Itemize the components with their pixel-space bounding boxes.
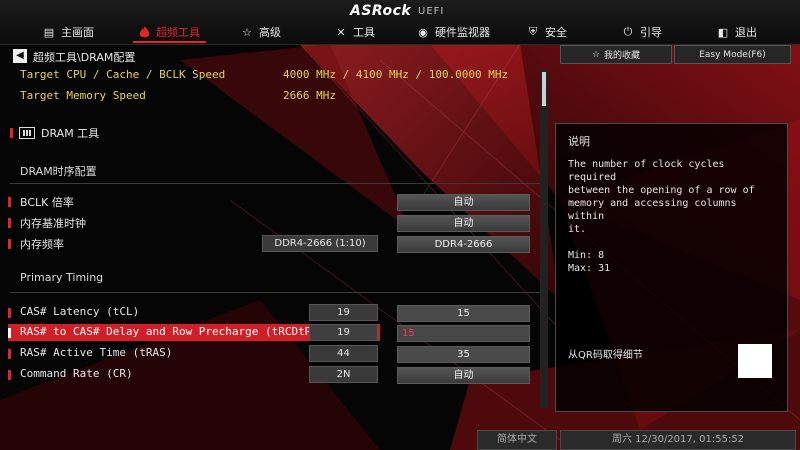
target-memory-value: 2666 MHz — [283, 89, 336, 102]
tab-boot[interactable]: ⏻ 引导 — [621, 21, 662, 43]
uefi-label: UEFI — [418, 6, 445, 17]
dram-frequency-current: DDR4-2666 (1:10) — [262, 235, 378, 252]
target-cpu-label: Target CPU / Cache / BCLK Speed — [20, 68, 226, 81]
power-icon: ⏻ — [623, 25, 633, 38]
section-divider — [10, 292, 540, 293]
setting-row-cas-latency[interactable]: CAS# Latency (tCL) 19 — [8, 304, 380, 321]
tras-input[interactable]: 35 — [397, 346, 530, 363]
command-rate-select[interactable]: 自动 — [397, 367, 530, 384]
setting-row-tras[interactable]: RAS# Active Time (tRAS) 44 — [8, 345, 380, 362]
dram-tool-label: DRAM 工具 — [41, 127, 100, 140]
row-marker — [10, 128, 13, 138]
dram-timing-section-title: DRAM时序配置 — [20, 165, 97, 178]
setting-row-bclk-ratio[interactable]: BCLK 倍率 — [8, 193, 380, 210]
tras-current: 44 — [309, 345, 378, 362]
shield-icon: ⛨ — [528, 25, 538, 38]
qr-code[interactable] — [738, 344, 772, 378]
cas-latency-input[interactable]: 15 — [397, 305, 530, 322]
command-rate-current: 2N — [309, 366, 378, 383]
settings-scrollbar-track[interactable] — [540, 70, 548, 408]
flame-icon — [137, 25, 151, 39]
target-memory-label: Target Memory Speed — [20, 89, 146, 102]
back-arrow-icon: ◀ — [16, 50, 24, 61]
primary-timing-section-title: Primary Timing — [20, 271, 104, 284]
star-icon: ☆ — [591, 49, 601, 60]
tab-hardware-monitor[interactable]: ◉ 硬件监视器 — [416, 21, 490, 43]
date-time-display: 周六 12/30/2017, 01:55:52 — [560, 430, 796, 450]
section-divider — [10, 183, 540, 184]
dram-reference-clock-select[interactable]: 自动 — [397, 215, 530, 232]
tools-icon: ✕ — [336, 25, 346, 39]
target-cpu-value: 4000 MHz / 4100 MHz / 100.0000 MHz — [283, 68, 509, 81]
bclk-ratio-select[interactable]: 自动 — [397, 194, 530, 211]
trcdtrp-input[interactable]: 15 — [397, 325, 530, 342]
tab-oc-tweaker[interactable]: 超频工具 — [133, 21, 206, 43]
star-icon: ☆ — [242, 25, 252, 39]
trcdtrp-current: 19 — [309, 324, 378, 341]
breadcrumb: 超频工具\DRAM配置 — [33, 51, 136, 64]
monitor-icon: ◉ — [418, 25, 428, 39]
favorites-button[interactable]: ☆ 我的收藏 — [560, 45, 672, 64]
language-selector[interactable]: 简体中文 — [477, 430, 557, 450]
memory-module-icon — [19, 127, 35, 139]
help-description-panel: 说明 The number of clock cycles required b… — [555, 123, 788, 412]
cas-latency-current: 19 — [309, 304, 378, 321]
qr-code-label: 从QR码取得细节 — [568, 350, 643, 361]
setting-row-command-rate[interactable]: Command Rate (CR) 2N — [8, 366, 380, 383]
settings-scrollbar-thumb[interactable] — [542, 72, 546, 106]
back-button[interactable]: ◀ — [13, 49, 27, 63]
help-title: 说明 — [568, 135, 590, 148]
top-navigation-bar: ASRock UEFI ▤ 主画面 超频工具 ☆ 高级 ✕ 工具 ◉ 硬件监视器… — [0, 0, 800, 45]
dram-tool-item[interactable]: DRAM 工具 — [10, 125, 99, 141]
tab-tools[interactable]: ✕ 工具 — [334, 21, 375, 43]
setting-row-trcdtrp[interactable]: RAS# to CAS# Delay and Row Precharge (tR… — [8, 324, 380, 341]
setting-row-dram-reference-clock[interactable]: 内存基准时钟 — [8, 214, 380, 231]
setting-row-dram-frequency[interactable]: 内存频率 DDR4-2666 (1:10) — [8, 235, 380, 252]
brand-logo: ASRock — [350, 3, 412, 19]
help-text: The number of clock cycles required betw… — [568, 159, 755, 274]
tab-exit[interactable]: ◧ 退出 — [716, 21, 757, 43]
tab-main[interactable]: ▤ 主画面 — [42, 21, 94, 43]
exit-icon: ◧ — [717, 25, 729, 39]
tab-security[interactable]: ⛨ 安全 — [526, 21, 567, 43]
dram-frequency-select[interactable]: DDR4-2666 — [397, 236, 530, 253]
home-icon: ▤ — [43, 25, 55, 39]
easy-mode-button[interactable]: Easy Mode(F6) — [674, 45, 791, 64]
tab-advanced[interactable]: ☆ 高级 — [240, 21, 281, 43]
